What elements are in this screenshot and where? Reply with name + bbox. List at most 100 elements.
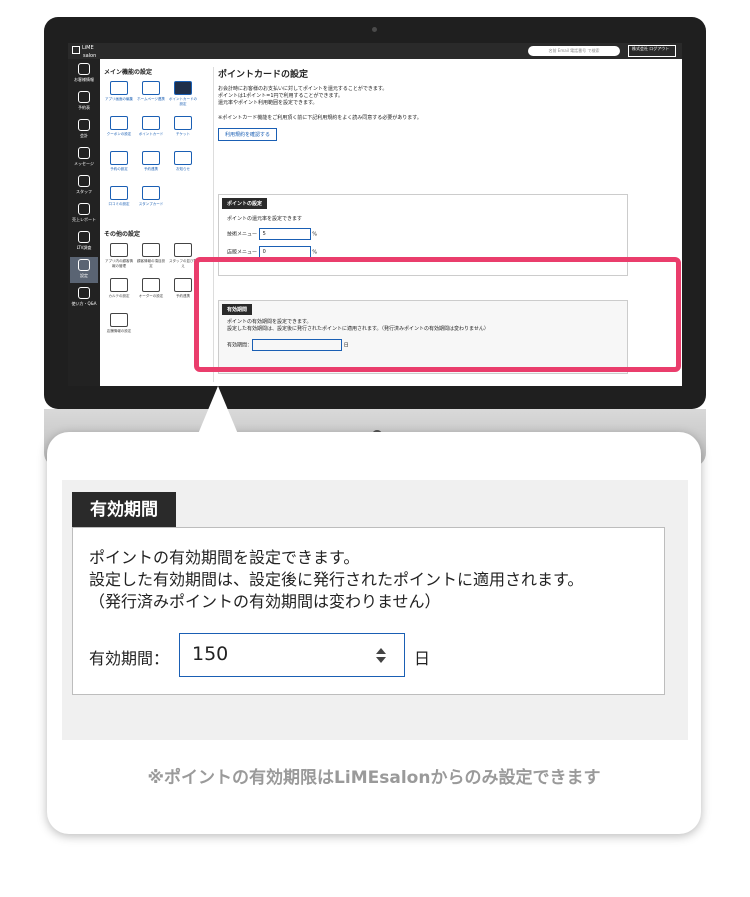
number-stepper-icon[interactable]: [375, 648, 387, 664]
expiry-period-value: 150: [192, 643, 229, 665]
staff-icon: [78, 175, 90, 187]
tile-pointcard[interactable]: ポイントカード: [136, 114, 166, 146]
tile-customer-fields[interactable]: 顧客情報の項目設定: [136, 241, 166, 273]
app-logo[interactable]: LiME salon: [72, 45, 96, 59]
web-icon: [142, 81, 160, 95]
stepper-down-icon[interactable]: [376, 657, 386, 663]
tile-label: オーダーの設定: [138, 294, 164, 298]
description-line: （発行済みポイントの有効期間は変わりません）: [89, 592, 441, 611]
order-icon: [142, 278, 160, 292]
pointcard-icon: [174, 81, 192, 95]
nav-checkout[interactable]: 会計: [70, 117, 98, 143]
nav-label: 会計: [80, 133, 88, 138]
imac-frame: LiME salon 名前 Email 電話番号 で検索 株式会社 ログアウト お…: [44, 17, 706, 467]
logo-text: LiME: [82, 45, 94, 51]
calendar-link-icon: [174, 278, 192, 292]
nav-label: 売上レポート: [72, 217, 96, 222]
other-features-title: その他の設定: [104, 231, 141, 238]
tile-label: アプリ内の顧客情報の管理: [105, 259, 133, 268]
store-icon: [110, 313, 128, 327]
tile-label: アプリ画面の編集: [105, 97, 133, 101]
chart-icon: [78, 203, 90, 215]
calendar-icon: [78, 91, 90, 103]
nav-help[interactable]: 使い方・Q&A: [70, 285, 98, 311]
nav-label: お客様情報: [74, 77, 94, 82]
tile-karte[interactable]: カルテの設定: [104, 276, 134, 308]
nav-label: スタッフ: [76, 189, 92, 194]
tile-reservation[interactable]: 予約の設定: [104, 149, 134, 181]
tile-label: 店舗情報の設定: [106, 329, 132, 333]
tile-label: ポイントカード: [138, 132, 164, 136]
nav-sales[interactable]: 売上レポート: [70, 201, 98, 227]
link-icon: [142, 151, 160, 165]
tech-row: 技術メニュー 5 %: [227, 228, 627, 240]
karte-icon: [110, 278, 128, 292]
retail-label: 店販メニュー: [227, 249, 258, 256]
tile-label: クーポンの設定: [106, 132, 132, 136]
view-terms-button[interactable]: 利用規約を確認する: [218, 128, 278, 141]
nav-reservations[interactable]: 予約表: [70, 89, 98, 115]
help-icon: [78, 287, 90, 299]
description-line: 設定した有効期間は、設定後に発行されたポイントに適用されます。: [89, 570, 584, 589]
stamp-icon: [142, 186, 160, 200]
search-input[interactable]: 名前 Email 電話番号 で検索: [528, 46, 620, 56]
customer-icon: [78, 63, 90, 75]
expiry-label: 有効期間：: [89, 649, 170, 668]
reservation-icon: [110, 151, 128, 165]
account-button[interactable]: 株式会社 ログアウト: [628, 45, 676, 57]
tile-homepage[interactable]: ホームページ連携: [136, 79, 166, 111]
tile-label: お知らせ: [176, 167, 190, 171]
nav-label: 使い方・Q&A: [71, 301, 97, 306]
nav-customers[interactable]: お客様情報: [70, 61, 98, 87]
nav-ltv[interactable]: LTV調査: [70, 229, 98, 255]
tile-customer-info[interactable]: アプリ内の顧客情報の管理: [104, 241, 134, 273]
page-title: ポイントカードの設定: [218, 70, 309, 80]
tile-notice[interactable]: お知らせ: [168, 149, 198, 181]
section-title: ポイントの設定: [222, 198, 268, 209]
tile-label: チケット: [176, 132, 190, 136]
id-icon: [110, 243, 128, 257]
app-icon: [110, 81, 128, 95]
camera: [372, 27, 377, 32]
gear-icon: [78, 259, 90, 271]
tile-pointcard-settings[interactable]: ポイントカードの設定: [168, 79, 198, 111]
tile-label: ホームページ連携: [137, 97, 165, 101]
left-nav: お客様情報 予約表 会計 メッセージ スタッフ 売上レポート LTV調査 設定 …: [68, 59, 100, 386]
tile-review[interactable]: 口コミの設定: [104, 184, 134, 216]
nav-settings[interactable]: 設定: [70, 257, 98, 283]
tile-label: 口コミの設定: [108, 202, 130, 206]
callout-pointer: [198, 386, 238, 434]
tile-stamp[interactable]: スタンプカード: [136, 184, 166, 216]
tile-label: スタンプカード: [138, 202, 164, 206]
nav-label: 予約表: [78, 105, 90, 110]
expiry-period-input[interactable]: 150: [179, 633, 405, 677]
description-line: ポイントの有効期間を設定できます。: [89, 548, 360, 567]
tile-store-info[interactable]: 店舗情報の設定: [104, 311, 134, 343]
sort-icon: [174, 243, 192, 257]
message-icon: [78, 147, 90, 159]
top-bar: LiME salon 名前 Email 電話番号 で検索 株式会社 ログアウト: [68, 43, 682, 59]
tech-rate-input[interactable]: 5: [258, 228, 311, 240]
main-features-title: メイン機能の設定: [104, 69, 153, 76]
expiry-section-title: 有効期間: [72, 492, 176, 528]
nav-staff[interactable]: スタッフ: [70, 173, 98, 199]
register-icon: [78, 119, 90, 131]
tile-label: カルテの設定: [108, 294, 130, 298]
section-desc: ポイントの還元率を設定できます: [227, 216, 303, 222]
tile-coupon[interactable]: クーポンの設定: [104, 114, 134, 146]
cart-icon: [110, 186, 128, 200]
tile-reservation-link[interactable]: 予約連携: [136, 149, 166, 181]
tile-app-edit[interactable]: アプリ画面の編集: [104, 79, 134, 111]
tile-order[interactable]: オーダーの設定: [136, 276, 166, 308]
tile-label: 予約連携: [176, 294, 190, 298]
ticket-icon: [174, 116, 192, 130]
tile-ticket[interactable]: チケット: [168, 114, 198, 146]
nav-messages[interactable]: メッセージ: [70, 145, 98, 171]
day-unit-label: 日: [414, 649, 431, 668]
coupon-icon: [110, 116, 128, 130]
tile-label: スタッフの並び替え: [169, 259, 197, 268]
bell-icon: [174, 151, 192, 165]
stepper-up-icon[interactable]: [376, 648, 386, 654]
tech-label: 技術メニュー: [227, 231, 258, 238]
percent-unit: %: [312, 249, 317, 256]
